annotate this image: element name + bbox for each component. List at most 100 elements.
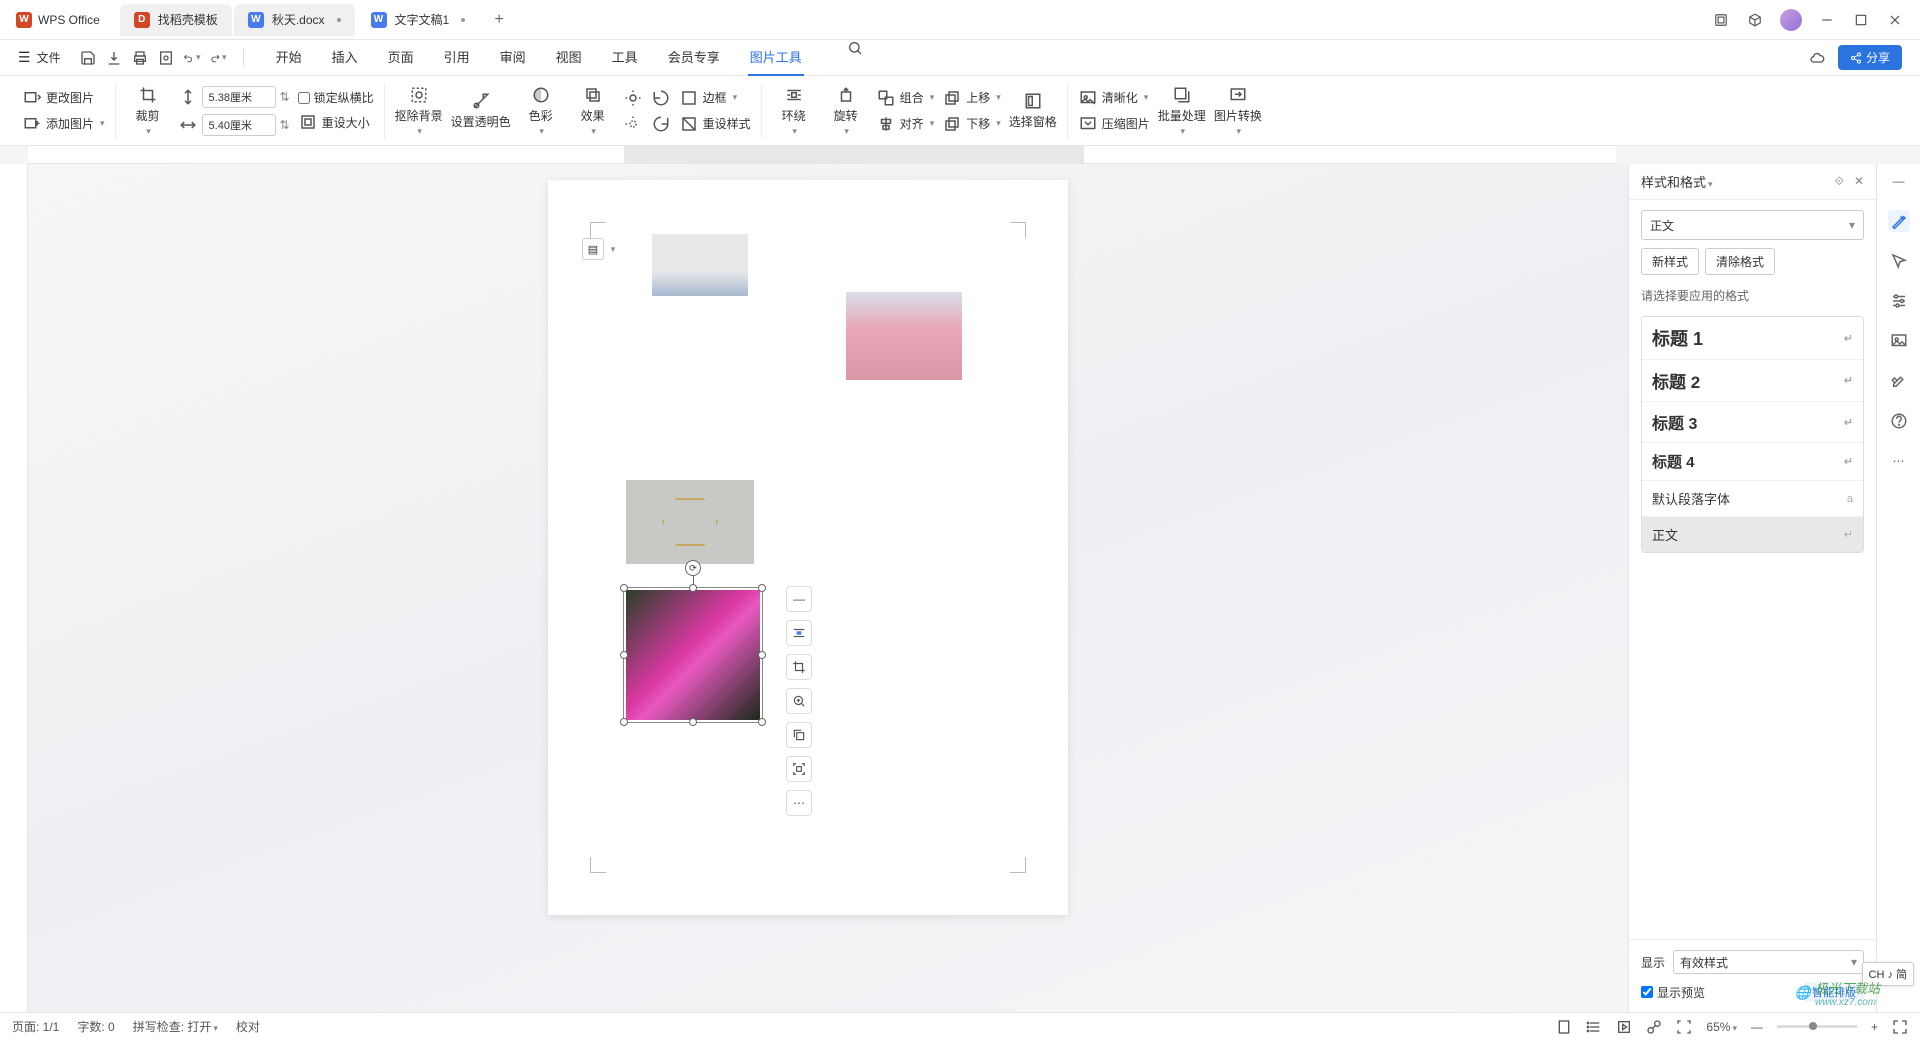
group-button[interactable]: 组合: [876, 88, 935, 108]
float-copy-button[interactable]: [786, 722, 812, 748]
selection-frame[interactable]: ⟳: [623, 587, 763, 723]
status-page[interactable]: 页面: 1/1: [12, 1018, 59, 1035]
image-3[interactable]: [626, 480, 754, 564]
brightness-icon[interactable]: [623, 88, 643, 108]
style-item-h4[interactable]: 标题 4↵: [1642, 443, 1863, 481]
wrap-button[interactable]: 环绕: [772, 85, 816, 137]
resize-handle[interactable]: [758, 718, 766, 726]
add-image-button[interactable]: 添加图片: [22, 114, 105, 134]
collapse-panel-icon[interactable]: —: [1888, 170, 1910, 192]
border-button[interactable]: 边框: [679, 88, 751, 108]
add-tab-button[interactable]: +: [487, 8, 511, 32]
close-button[interactable]: [1886, 11, 1904, 29]
menu-tab-review[interactable]: 审阅: [498, 39, 528, 76]
zoom-level[interactable]: 65%: [1706, 1020, 1737, 1034]
user-avatar[interactable]: [1780, 9, 1802, 31]
more-icon[interactable]: ⋯: [1888, 450, 1910, 472]
search-icon[interactable]: [846, 39, 864, 57]
float-layout-button[interactable]: [786, 620, 812, 646]
float-collapse-button[interactable]: —: [786, 586, 812, 612]
menu-tab-page[interactable]: 页面: [386, 39, 416, 76]
style-item-h3[interactable]: 标题 3↵: [1642, 402, 1863, 443]
settings-tool-icon[interactable]: [1888, 290, 1910, 312]
rotate-left-icon[interactable]: [651, 88, 671, 108]
export-icon[interactable]: [105, 49, 123, 67]
remove-bg-button[interactable]: 抠除背景: [395, 85, 443, 137]
new-style-button[interactable]: 新样式: [1641, 248, 1699, 275]
pin-icon[interactable]: ⟐: [1834, 174, 1843, 189]
lock-ratio-checkbox[interactable]: 锁定纵横比: [298, 89, 374, 106]
preview-checkbox[interactable]: 显示预览: [1641, 984, 1705, 1001]
tab-templates[interactable]: D 找稻壳模板: [120, 4, 232, 36]
print-icon[interactable]: [131, 49, 149, 67]
save-icon[interactable]: [79, 49, 97, 67]
resize-handle[interactable]: [758, 584, 766, 592]
zoom-out-button[interactable]: —: [1751, 1020, 1763, 1034]
styles-tool-icon[interactable]: [1888, 210, 1910, 232]
batch-button[interactable]: 批量处理: [1158, 85, 1206, 137]
selection-pane-button[interactable]: 选择窗格: [1009, 91, 1057, 130]
cloud-icon[interactable]: [1808, 49, 1826, 67]
style-item-body[interactable]: 正文↵: [1642, 517, 1863, 552]
zoom-fit-icon[interactable]: [1676, 1019, 1692, 1035]
help-icon[interactable]: [1888, 410, 1910, 432]
resize-handle[interactable]: [620, 584, 628, 592]
preview-icon[interactable]: [157, 49, 175, 67]
zoom-in-button[interactable]: +: [1871, 1020, 1878, 1034]
layout-dropdown[interactable]: ▾: [606, 238, 620, 260]
cube-icon[interactable]: [1746, 11, 1764, 29]
select-tool-icon[interactable]: [1888, 250, 1910, 272]
style-panel-title[interactable]: 样式和格式: [1641, 172, 1834, 191]
maximize-button[interactable]: [1852, 11, 1870, 29]
clarity-button[interactable]: 清晰化: [1078, 88, 1150, 108]
undo-button[interactable]: [183, 49, 201, 67]
file-menu[interactable]: ☰ 文件: [10, 45, 69, 70]
change-image-button[interactable]: 更改图片: [22, 88, 105, 108]
image-1[interactable]: [652, 234, 748, 296]
menu-tab-view[interactable]: 视图: [554, 39, 584, 76]
minimize-button[interactable]: [1818, 11, 1836, 29]
resize-handle[interactable]: [689, 718, 697, 726]
view-web-icon[interactable]: [1646, 1019, 1662, 1035]
float-more-button[interactable]: ⋯: [786, 790, 812, 816]
view-read-icon[interactable]: [1616, 1019, 1632, 1035]
redo-button[interactable]: [209, 49, 227, 67]
image-2[interactable]: [846, 292, 962, 380]
float-crop-button[interactable]: [786, 654, 812, 680]
contrast-icon[interactable]: [623, 114, 643, 134]
close-panel-icon[interactable]: ✕: [1854, 174, 1864, 189]
view-outline-icon[interactable]: [1586, 1019, 1602, 1035]
status-words[interactable]: 字数: 0: [77, 1018, 114, 1035]
move-up-button[interactable]: 上移: [942, 88, 1001, 108]
zoom-slider[interactable]: [1777, 1025, 1857, 1028]
clear-style-button[interactable]: 清除格式: [1705, 248, 1775, 275]
menu-tab-tools[interactable]: 工具: [610, 39, 640, 76]
transparency-button[interactable]: 设置透明色: [451, 91, 511, 130]
resize-handle[interactable]: [689, 584, 697, 592]
style-item-h2[interactable]: 标题 2↵: [1642, 360, 1863, 402]
menu-tab-insert[interactable]: 插入: [330, 39, 360, 76]
canvas[interactable]: ▤ ▾ ⟳ —: [28, 164, 1628, 1012]
rotate-handle[interactable]: ⟳: [685, 560, 701, 576]
tools-icon[interactable]: [1888, 370, 1910, 392]
show-select[interactable]: 有效样式▾: [1673, 950, 1864, 974]
reset-style-button[interactable]: 重设样式: [679, 114, 751, 134]
status-proof[interactable]: 校对: [236, 1018, 260, 1035]
convert-button[interactable]: 图片转换: [1214, 85, 1262, 137]
rotate-button[interactable]: 旋转: [824, 85, 868, 137]
tab-document-2[interactable]: W 文字文稿1: [357, 4, 480, 36]
reset-size-button[interactable]: 重设大小: [298, 112, 374, 132]
share-button[interactable]: 分享: [1838, 45, 1902, 70]
color-button[interactable]: 色彩: [519, 85, 563, 137]
menu-tab-reference[interactable]: 引用: [442, 39, 472, 76]
float-zoom-button[interactable]: [786, 688, 812, 714]
float-ocr-button[interactable]: [786, 756, 812, 782]
rotate-right-icon[interactable]: [651, 114, 671, 134]
current-style-select[interactable]: 正文▾: [1641, 210, 1864, 240]
layout-options-button[interactable]: ▤: [582, 238, 604, 260]
image-tool-icon[interactable]: [1888, 330, 1910, 352]
fullscreen-icon[interactable]: [1892, 1019, 1908, 1035]
window-layout-icon[interactable]: [1712, 11, 1730, 29]
width-input[interactable]: 5.40厘米: [202, 114, 276, 136]
menu-tab-start[interactable]: 开始: [274, 39, 304, 76]
